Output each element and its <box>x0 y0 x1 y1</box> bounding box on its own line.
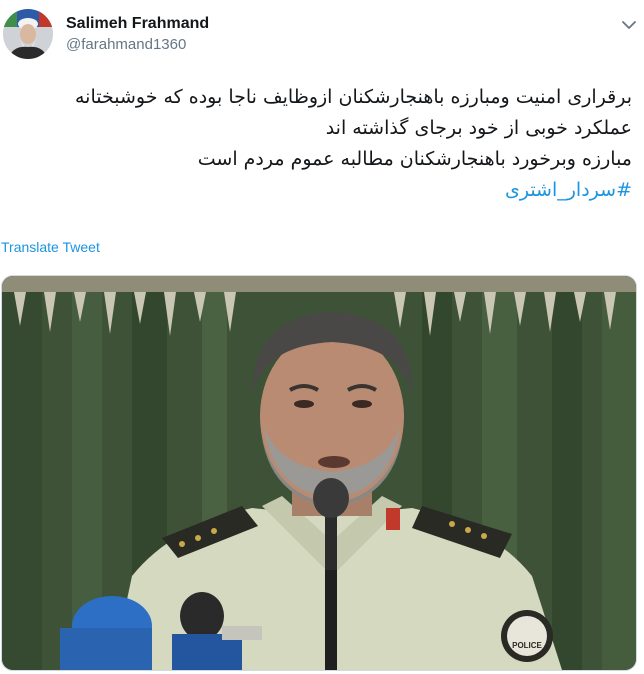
author-handle[interactable]: @farahmand1360 <box>66 35 209 55</box>
tweet-text-line: مبارزه وبرخورد باهنجارشکنان مطالبه عموم … <box>197 148 632 170</box>
hashtag-link[interactable]: #سردار_اشتری <box>505 175 632 206</box>
author-names[interactable]: Salimeh Frahmand @farahmand1360 <box>66 14 209 55</box>
tweet-text-line: برقراری امنیت ومبارزه باهنجارشکنان ازوظا… <box>74 86 632 108</box>
tweet-text-line: عملکرد خوبی از خود برجای گذاشته اند <box>325 117 632 139</box>
avatar[interactable] <box>3 9 53 59</box>
tweet-header: Salimeh Frahmand @farahmand1360 <box>0 0 644 70</box>
police-officer-photo: POLICE <box>2 276 636 670</box>
tweet-text: برقراری امنیت ومبارزه باهنجارشکنان ازوظا… <box>12 82 632 206</box>
police-badge-text: POLICE <box>512 641 542 650</box>
tweet-menu-caret[interactable] <box>620 17 638 31</box>
author-display-name[interactable]: Salimeh Frahmand <box>66 14 209 34</box>
tweet-photo[interactable]: POLICE <box>1 275 637 671</box>
chevron-down-icon <box>622 21 636 29</box>
tweet-card: Salimeh Frahmand @farahmand1360 برقراری … <box>0 0 644 674</box>
translate-tweet-link[interactable]: Translate Tweet <box>1 239 100 255</box>
profile-portrait-icon <box>3 9 53 59</box>
